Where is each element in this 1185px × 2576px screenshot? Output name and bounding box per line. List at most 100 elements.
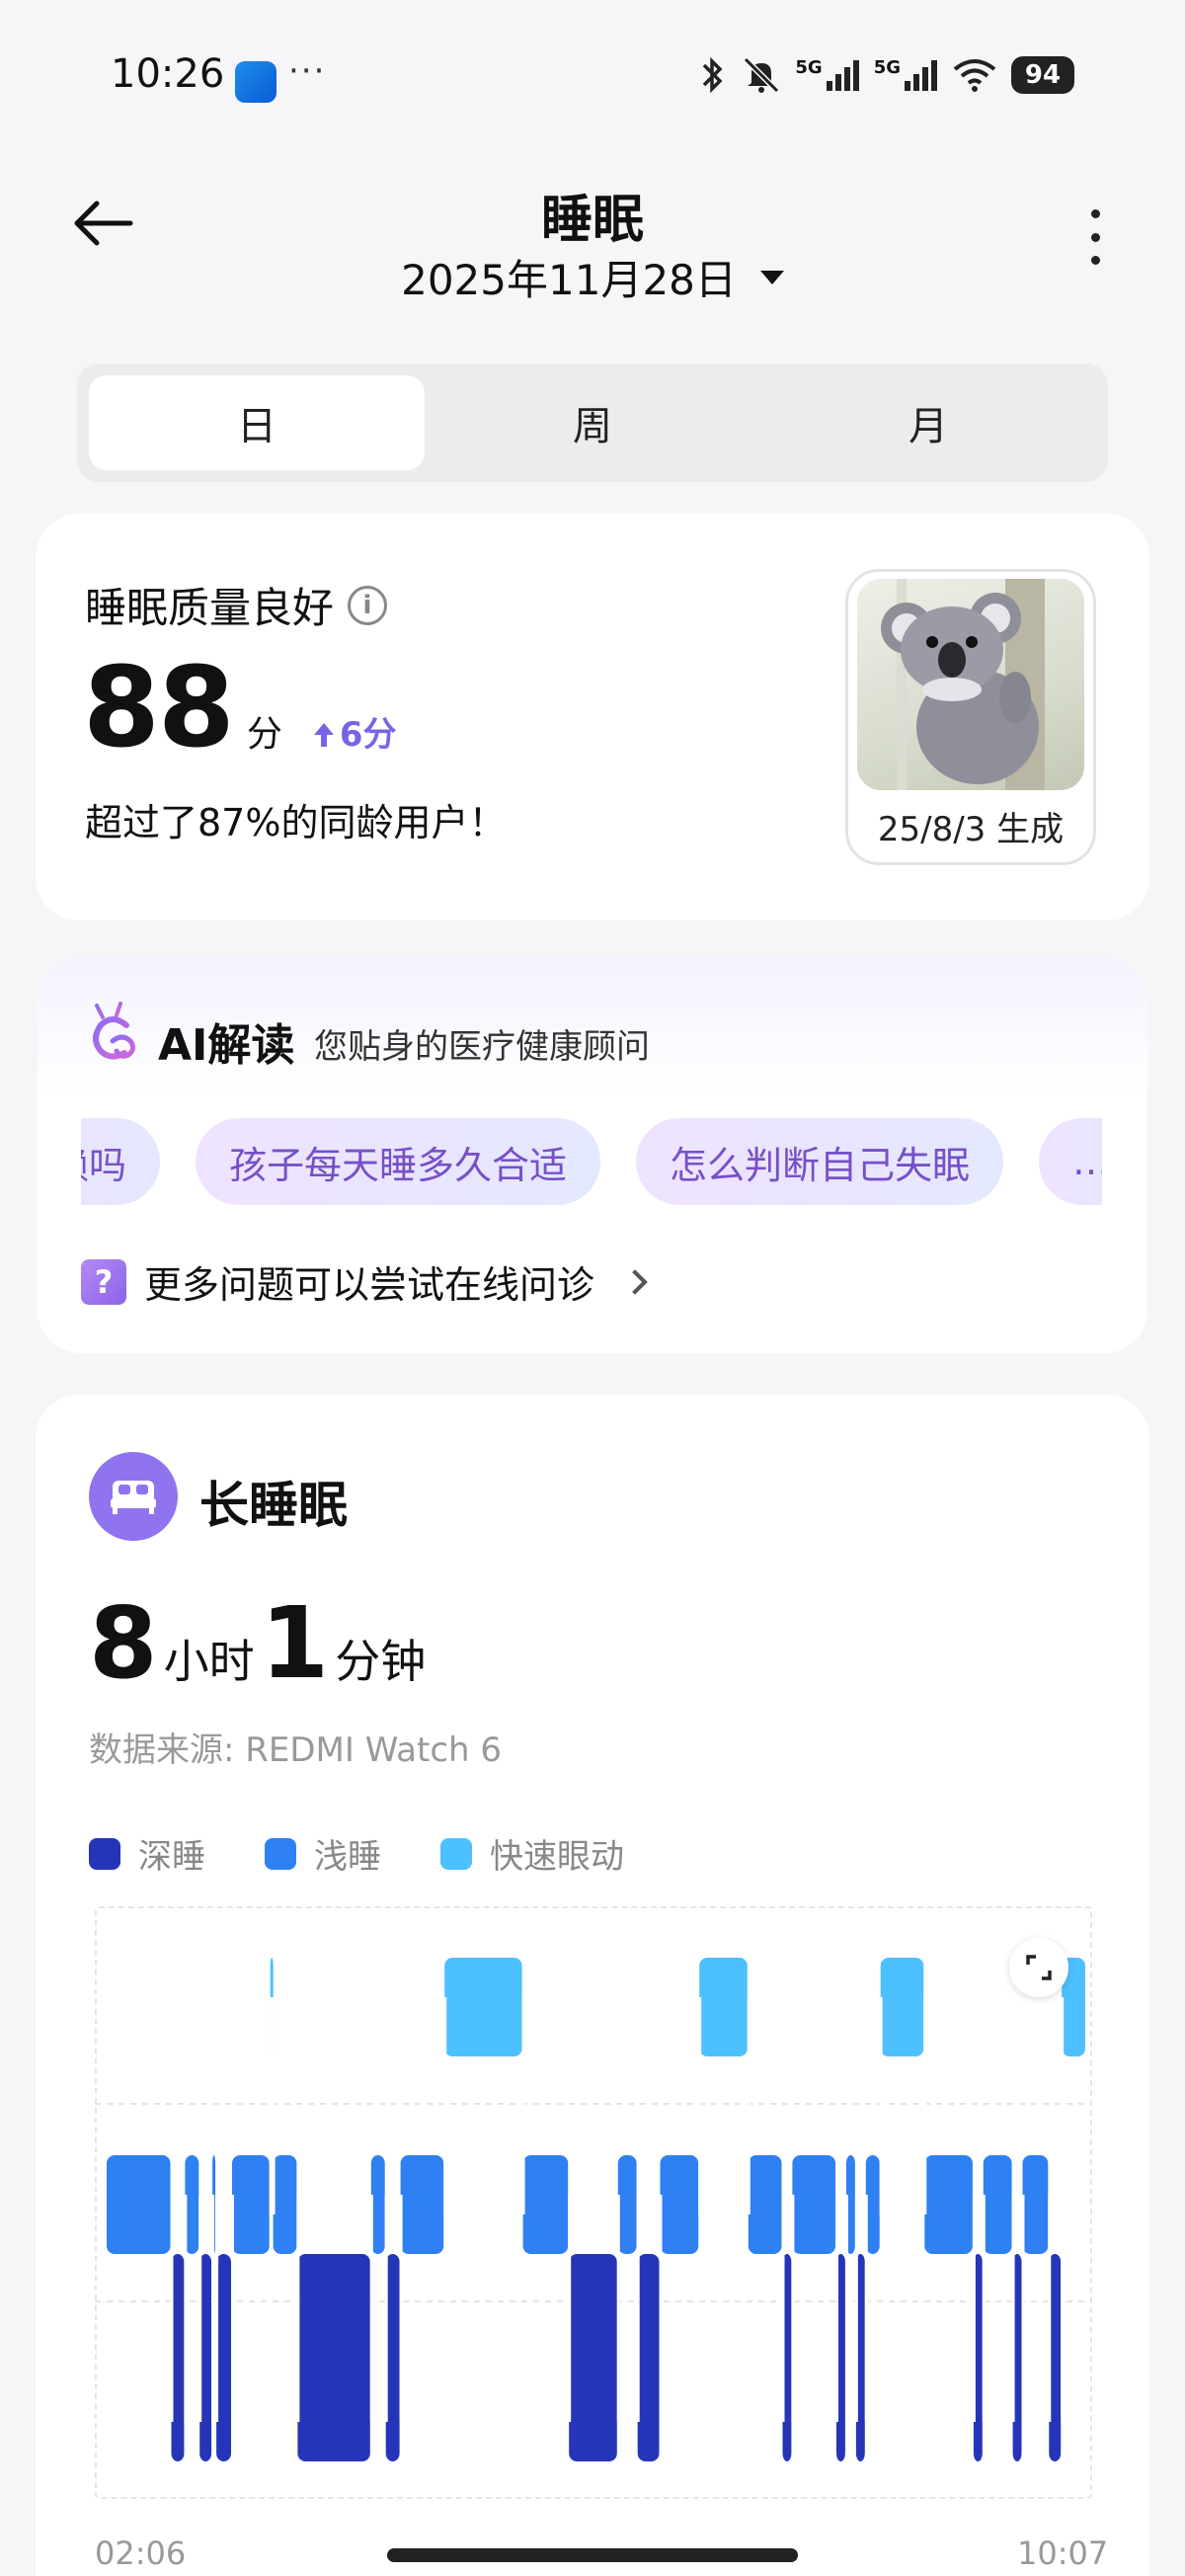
sleep-segment-rem: [699, 1958, 748, 2056]
question-chip[interactable]: 孩子每天睡多久合适: [196, 1118, 601, 1205]
segment-gap: [568, 2195, 572, 2422]
sleep-segment-rem: [444, 1958, 522, 2056]
date-selector[interactable]: 2025年11月28日: [0, 247, 1185, 307]
duration-hours-unit: 小时: [163, 1635, 255, 1688]
quality-heading: 睡眠质量良好 i: [85, 575, 388, 635]
segment-gap: [616, 2195, 620, 2422]
segment-gap: [184, 2195, 188, 2422]
segment-gap: [211, 2195, 215, 2422]
legend-item-rem: 快速眼动: [440, 1829, 624, 1878]
sleep-duration: 8 小时 1 分钟: [89, 1594, 432, 1693]
wifi-icon: [953, 59, 996, 92]
sleep-title: 长睡眠: [199, 1477, 348, 1534]
expand-chart-button[interactable]: [1009, 1938, 1068, 1997]
more-notifications-icon: ···: [288, 51, 327, 91]
sleep-segment-rem: [880, 1958, 924, 2056]
sleep-segment-deep: [569, 2254, 617, 2461]
home-indicator[interactable]: [387, 2548, 798, 2562]
segment-gap: [521, 1997, 525, 2214]
more-options-button[interactable]: [1082, 209, 1108, 265]
sleep-score: 88: [83, 644, 235, 772]
score-row: 88 分 6分: [83, 644, 397, 772]
legend-label: 快速眼动: [490, 1837, 624, 1877]
sleep-segment-light: [660, 2155, 699, 2254]
segment-gap: [698, 1997, 702, 2214]
status-icons: 5G 5G 94: [698, 55, 1074, 95]
segment-gap: [296, 2195, 300, 2422]
segment-gap: [369, 2195, 373, 2422]
sleep-segment-light: [185, 2155, 199, 2254]
legend-label: 深睡: [138, 1837, 205, 1877]
question-chip[interactable]: 赖吗: [81, 1118, 161, 1205]
segment-gap: [835, 2195, 838, 2422]
info-icon[interactable]: i: [348, 585, 388, 625]
segment-gap: [1061, 1997, 1065, 2422]
bluetooth-icon: [703, 56, 723, 94]
tab-day[interactable]: 日: [89, 375, 425, 470]
caret-down-icon: [759, 270, 784, 284]
expand-icon: [1026, 1955, 1052, 1980]
segment-gap: [854, 2195, 858, 2422]
segment-gap: [384, 2195, 388, 2422]
sleep-segment-light: [400, 2155, 444, 2254]
ai-subtitle: 您贴身的医疗健康顾问: [314, 1027, 650, 1067]
koala-illustration: [881, 579, 1045, 790]
segment-gap: [791, 2195, 795, 2422]
segment-gap: [982, 2195, 986, 2422]
segment-gap: [198, 2195, 202, 2422]
percentile-text: 超过了87%的同龄用户！: [85, 801, 507, 845]
dot: [1090, 256, 1100, 265]
sleep-segment-light: [232, 2155, 270, 2254]
chart-end-time: 10:07: [1017, 2535, 1109, 2572]
avatar-date: 25/8/3 生成: [877, 810, 1065, 849]
segment-gap: [864, 2195, 868, 2422]
more-questions-label: 更多问题可以尝试在线问诊: [144, 1263, 595, 1307]
question-mark-icon: ?: [81, 1258, 126, 1305]
ai-title: AI解读: [158, 1020, 295, 1071]
question-chip[interactable]: …: [1039, 1118, 1102, 1205]
sleep-segment-light: [1022, 2155, 1049, 2254]
date-label: 2025年11月28日: [401, 256, 737, 304]
question-chips: 赖吗 孩子每天睡多久合适 怎么判断自己失眠 …: [81, 1118, 1102, 1213]
segment-gap: [269, 1997, 273, 2214]
duration-hours: 8: [89, 1585, 158, 1701]
network-label: 5G: [795, 57, 823, 78]
sleep-stage-chart[interactable]: [95, 1906, 1092, 2499]
sleep-segment-light: [792, 2155, 835, 2254]
data-source: 数据来源: REDMI Watch 6: [89, 1731, 503, 1770]
tab-week[interactable]: 周: [425, 375, 760, 470]
status-time: 10:26: [111, 51, 225, 97]
segment-gap: [215, 2195, 219, 2422]
segment-gap: [659, 2195, 663, 2422]
segment-gap: [1011, 2195, 1015, 2422]
more-questions-link[interactable]: ? 更多问题可以尝试在线问诊: [81, 1254, 648, 1309]
segment-gap: [272, 1997, 276, 2214]
quality-label: 睡眠质量良好: [85, 584, 335, 632]
legend-item-deep: 深睡: [89, 1829, 205, 1878]
sleep-segment-light: [865, 2155, 880, 2254]
sleep-segment-light: [983, 2155, 1012, 2254]
legend-label: 浅睡: [314, 1837, 381, 1877]
network-label: 5G: [873, 57, 901, 78]
question-chip[interactable]: 怎么判断自己失眠: [636, 1118, 1004, 1205]
duration-minutes-unit: 分钟: [335, 1635, 427, 1688]
dot: [1090, 209, 1100, 218]
sleep-segment-light: [522, 2155, 569, 2254]
legend-swatch: [265, 1837, 296, 1870]
sleep-segment-light: [617, 2155, 637, 2254]
koala-image: [857, 579, 1084, 790]
signal-icon: [905, 60, 937, 91]
duration-minutes: 1: [260, 1585, 330, 1701]
segment-gap: [845, 2195, 848, 2422]
legend-swatch: [440, 1837, 472, 1870]
signal-icon: [826, 60, 859, 91]
battery-icon: 94: [1011, 56, 1074, 94]
chart-start-time: 02:06: [95, 2535, 187, 2572]
segment-gap: [1048, 2195, 1052, 2422]
arrow-up-icon: [313, 723, 334, 747]
tab-month[interactable]: 月: [760, 375, 1096, 470]
segment-gap: [1021, 2195, 1025, 2422]
segment-gap: [879, 1997, 883, 2214]
legend-swatch: [89, 1837, 120, 1870]
sleep-segment-deep: [637, 2254, 660, 2461]
